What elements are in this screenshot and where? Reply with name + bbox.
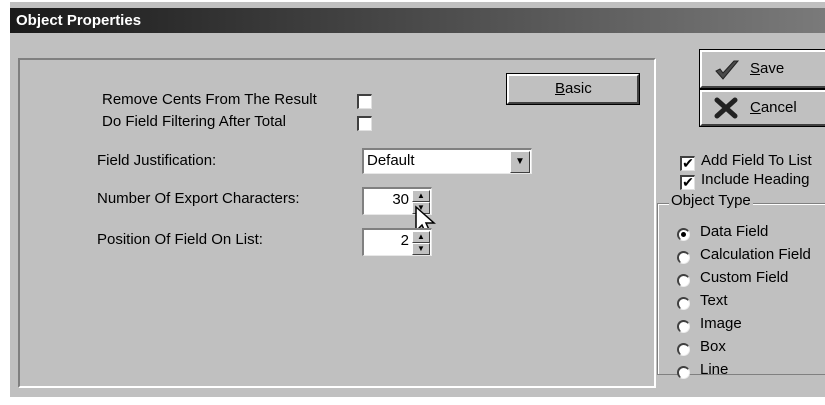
spin-up-icon[interactable]: ▲ [412,190,430,202]
radio-label: Calculation Field [700,246,811,263]
position-stepper[interactable]: 2 ▲ ▼ [362,228,432,256]
save-button[interactable]: Save [699,49,825,89]
dropdown-arrow-icon[interactable]: ▼ [510,151,530,173]
position-value: 2 [400,232,409,249]
position-label: Position Of Field On List: [97,231,263,248]
object-type-title: Object Type [669,192,753,209]
basic-button-label: Basic [555,80,592,97]
field-filtering-label: Do Field Filtering After Total [102,113,286,130]
radio-label: Image [700,315,742,332]
justification-value: Default [367,152,415,169]
cancel-hotkey: C [750,99,761,116]
radio-box[interactable] [677,343,690,356]
export-chars-value: 30 [392,191,409,208]
remove-cents-label: Remove Cents From The Result [102,91,317,108]
position-spin[interactable]: ▲ ▼ [412,231,430,255]
radio-label: Custom Field [700,269,789,286]
radio-label: Data Field [700,223,769,240]
include-heading-checkbox[interactable]: ✔ [680,175,695,190]
spin-up-icon[interactable]: ▲ [412,231,430,243]
radio-calculation-field[interactable] [677,251,690,264]
close-x-icon [714,97,738,119]
object-properties-window: Object Properties Remove Cents From The … [8,0,825,397]
include-heading-label: Include Heading [701,171,810,188]
radio-data-field[interactable] [677,228,690,241]
remove-cents-checkbox[interactable] [357,94,372,109]
title-bar[interactable]: Object Properties [10,8,825,33]
radio-label: Text [700,292,728,309]
radio-text[interactable] [677,297,690,310]
radio-custom-field[interactable] [677,274,690,287]
justification-label: Field Justification: [97,152,217,169]
save-button-label: Save [750,60,784,77]
radio-image[interactable] [677,320,690,333]
justification-select[interactable]: Default ▼ [362,148,532,174]
save-hotkey: S [750,60,761,77]
radio-label: Line [700,361,729,378]
properties-panel: Remove Cents From The Result Do Field Fi… [18,58,656,388]
checkmark-icon [715,60,740,80]
cancel-button-label: Cancel [750,99,797,116]
cancel-button[interactable]: Cancel [699,89,825,127]
spin-down-icon[interactable]: ▼ [412,243,430,255]
export-chars-label: Number Of Export Characters: [97,190,300,207]
field-filtering-checkbox[interactable] [357,116,372,131]
add-field-label: Add Field To List [701,152,812,169]
radio-label: Box [700,338,726,355]
add-field-checkbox[interactable]: ✔ [680,156,695,171]
radio-line[interactable] [677,366,690,379]
checkmark-icon: ✔ [682,174,694,190]
basic-rest: asic [565,80,592,97]
basic-button[interactable]: Basic [506,73,640,105]
cancel-rest: ancel [760,99,797,116]
window-title: Object Properties [16,12,142,29]
basic-hotkey: B [555,80,566,97]
checkmark-icon: ✔ [682,155,694,171]
save-rest: ave [760,60,785,77]
